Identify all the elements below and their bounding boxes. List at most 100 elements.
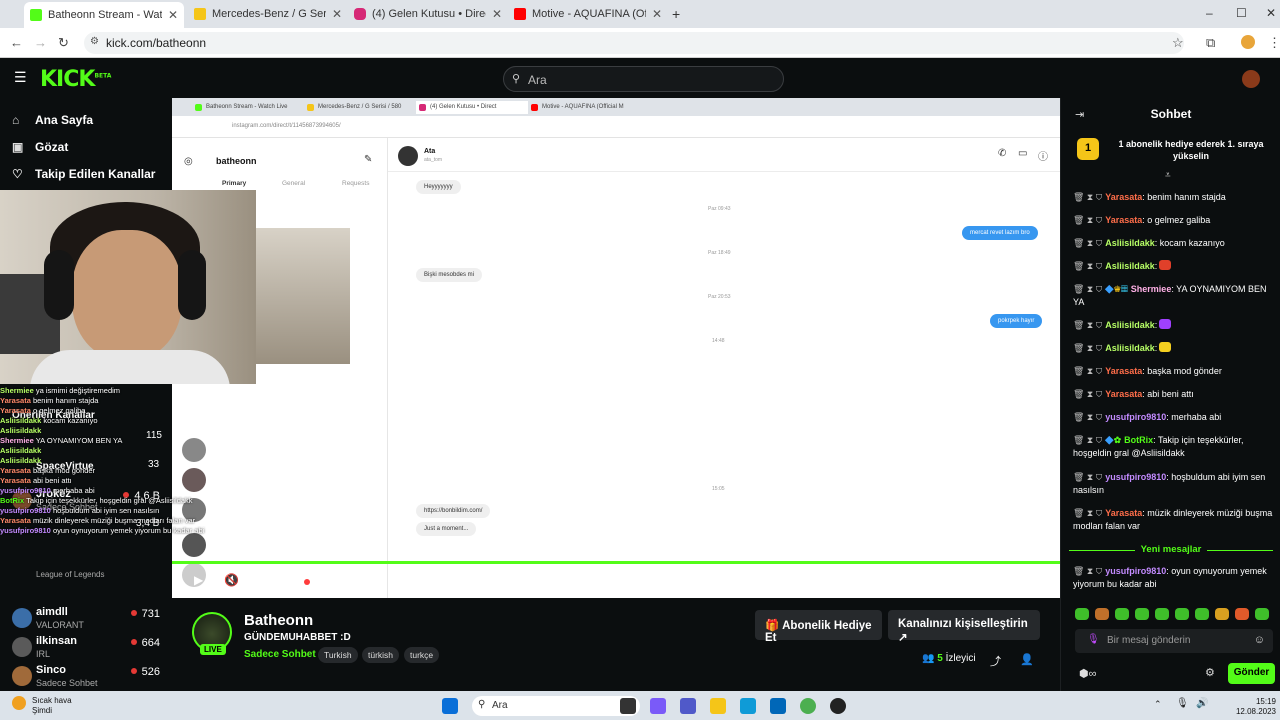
stream-tag[interactable]: türkish (362, 647, 400, 663)
emote-icon[interactable] (1255, 608, 1269, 620)
emote-icon[interactable] (1195, 608, 1209, 620)
chat-user[interactable]: Yarasata (1105, 366, 1142, 376)
pinned-expand-icon[interactable]: ⩡ (1165, 170, 1171, 181)
reload-icon[interactable]: ↻ (58, 35, 69, 51)
weather-widget[interactable]: Sıcak hava Şimdi (12, 696, 72, 716)
sidebar-item-following[interactable]: ♡ Takip Edilen Kanallar (12, 167, 155, 181)
sidebar-item-browse[interactable]: ▣ Gözat (12, 140, 68, 154)
edge-icon[interactable] (740, 698, 756, 714)
emote-icon[interactable] (1175, 608, 1189, 620)
play-pause-icon[interactable]: ▶ (194, 573, 203, 587)
settings-gear-icon[interactable]: ⚙ (1026, 573, 1037, 587)
close-window-button[interactable]: ✕ (1266, 6, 1276, 20)
emote-icon[interactable] (1115, 608, 1129, 620)
sidebar-channel[interactable]: aimdll VALORANT 731 (12, 606, 164, 634)
obs-icon[interactable] (830, 698, 846, 714)
file-explorer-icon[interactable] (710, 698, 726, 714)
user-avatar[interactable] (1242, 70, 1260, 88)
copilot-icon[interactable] (650, 698, 666, 714)
search-input[interactable]: ⚲ Ara (503, 66, 784, 92)
chrome-icon[interactable] (800, 698, 816, 714)
chat-user[interactable]: Asliisildakk (1105, 320, 1155, 330)
new-messages-divider[interactable]: Yeni mesajlar (1069, 544, 1273, 555)
taskbar-search[interactable]: ⚲ Ara (472, 696, 640, 716)
url-field[interactable]: ⚙ kick.com/batheonn (84, 32, 1184, 54)
volume-icon[interactable]: 🔊 (1196, 698, 1208, 709)
stream-tag[interactable]: Turkish (318, 647, 358, 663)
extensions-icon[interactable]: ⧉ (1206, 35, 1215, 51)
share-icon[interactable]: ⤴ (990, 653, 1001, 669)
gift-subscription-button[interactable]: 🎁 Abonelik Hediye Et (755, 610, 882, 644)
sidebar-channel[interactable]: Sinco Sadece Sohbet 526 (12, 664, 164, 692)
theater-mode-icon[interactable]: ▭ (966, 573, 977, 587)
streamer-name[interactable]: Batheonn (244, 612, 313, 629)
browser-tab-kick[interactable]: Batheonn Stream - Watch Live ✕ (24, 2, 184, 28)
chat-user[interactable]: yusufpiro9810 (1105, 472, 1166, 482)
clip-icon[interactable]: ▣ (906, 573, 917, 587)
chat-user[interactable]: Yarasata (1105, 508, 1142, 518)
emote-icon[interactable] (1095, 608, 1109, 620)
close-tab-icon[interactable]: ✕ (332, 7, 342, 21)
gift-leaderboard-banner[interactable]: 1 1 abonelik hediye ederek 1. sıraya yük… (1075, 134, 1271, 174)
store-icon[interactable] (770, 698, 786, 714)
emote-icon[interactable] (1215, 608, 1229, 620)
emote-icon[interactable] (1235, 608, 1249, 620)
profile-avatar[interactable] (1241, 35, 1255, 49)
sidebar-item-home[interactable]: ⌂ Ana Sayfa (12, 113, 93, 127)
chat-user[interactable]: Asliisildakk (1105, 343, 1155, 353)
chat-user[interactable]: Shermiee (1131, 284, 1172, 294)
chat-user[interactable]: Yarasata (1105, 192, 1142, 202)
chat-user[interactable]: BotRix (1124, 435, 1153, 445)
channel-category: IRL (36, 649, 51, 659)
chat-user[interactable]: Yarasata (1105, 215, 1142, 225)
close-tab-icon[interactable]: ✕ (652, 7, 662, 21)
hamburger-menu-icon[interactable]: ☰ (14, 69, 27, 86)
microphone-icon[interactable]: 🎙 (1087, 634, 1100, 645)
pip-icon[interactable]: ◱ (936, 573, 947, 587)
microphone-icon[interactable]: 🎙 (1176, 698, 1189, 709)
teams-icon[interactable] (680, 698, 696, 714)
chat-settings-icon[interactable]: ⚙ (1205, 666, 1215, 679)
taskbar-clock[interactable]: 15:19 12.08.2023 (1232, 697, 1276, 717)
close-tab-icon[interactable]: ✕ (492, 7, 502, 21)
emote-icon[interactable] (1135, 608, 1149, 620)
back-arrow-icon[interactable]: ← (10, 35, 23, 50)
stream-video[interactable]: Batheonn Stream - Watch Live Mercedes-Be… (172, 98, 1060, 598)
new-tab-button[interactable]: + (666, 4, 686, 24)
overlay-message: yusufpiro9810 merhaba abi (0, 486, 220, 496)
chat-user[interactable]: yusufpiro9810 (1105, 412, 1166, 422)
chat-user[interactable]: Asliisildakk (1105, 261, 1155, 271)
emote-icon[interactable] (1075, 608, 1089, 620)
emote-icon[interactable] (1155, 608, 1169, 620)
chat-message-input[interactable]: 🎙 Bir mesaj gönderin ☺ (1075, 629, 1273, 653)
sidebar-channel[interactable]: ilkinsan IRL 664 (12, 635, 164, 663)
chat-user[interactable]: Asliisildakk (1105, 238, 1155, 248)
browser-tab-youtube[interactable]: Motive - AQUAFINA (Official M ✕ (508, 4, 668, 24)
site-info-icon[interactable]: ⚙ (90, 36, 99, 47)
task-view-icon[interactable] (620, 698, 636, 714)
send-button[interactable]: Gönder (1228, 663, 1275, 684)
maximize-button[interactable]: ☐ (1236, 6, 1247, 20)
browser-tab-instagram[interactable]: (4) Gelen Kutusu • Direct ✕ (348, 4, 508, 24)
stream-tag[interactable]: turkçe (404, 647, 440, 663)
tray-chevron-icon[interactable]: ⌃ (1154, 699, 1162, 710)
mute-icon[interactable]: 🔇 (224, 573, 239, 587)
fullscreen-icon[interactable]: ⛶ (996, 573, 1004, 588)
close-tab-icon[interactable]: ✕ (168, 8, 178, 22)
browser-tab-mercedes[interactable]: Mercedes-Benz / G Serisi / 580 ✕ (188, 4, 348, 24)
chat-user[interactable]: Yarasata (1105, 389, 1142, 399)
minimize-button[interactable]: – (1206, 6, 1213, 20)
chat-message: 🗑 ⧗ ⛉ Yarasata: başka mod gönder (1073, 365, 1273, 378)
windows-start-icon[interactable] (442, 698, 458, 714)
bookmark-star-icon[interactable]: ☆ (1172, 35, 1184, 51)
emoji-picker-icon[interactable]: ☺ (1254, 634, 1265, 646)
stream-category[interactable]: Sadece Sohbet (244, 649, 316, 660)
channel-points-icon[interactable]: ⬢∞ (1079, 667, 1096, 680)
user-settings-icon[interactable]: 👤 (1020, 653, 1034, 666)
customize-channel-button[interactable]: Kanalınızı kişiselleştirin ↗ (888, 610, 1040, 644)
chat-user[interactable]: yusufpiro9810 (1105, 566, 1166, 576)
browser-menu-icon[interactable]: ⋮ (1268, 35, 1280, 51)
forward-arrow-icon[interactable]: → (34, 35, 47, 50)
badge-icons: 🗑 ⧗ ⛉ (1073, 472, 1103, 482)
kick-logo[interactable]: KICKBETA (40, 67, 111, 92)
